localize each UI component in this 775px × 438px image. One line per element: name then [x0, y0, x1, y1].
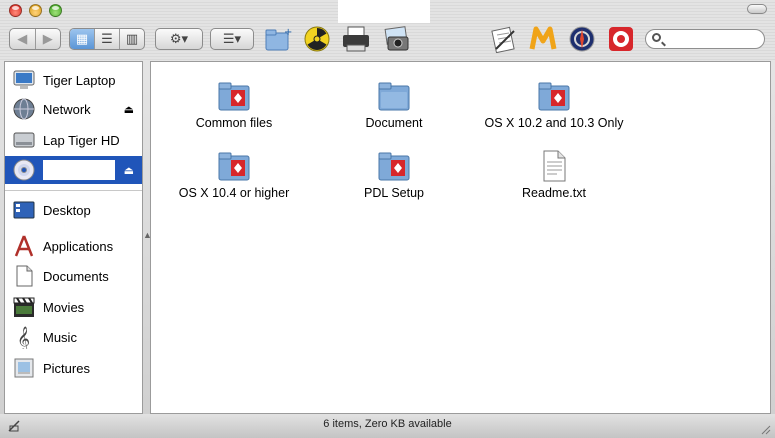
list-view-icon: ☰: [101, 31, 113, 46]
back-button[interactable]: ◀: [10, 29, 36, 49]
forward-button[interactable]: ▶: [36, 29, 61, 49]
forward-arrow-icon: ▶: [42, 31, 53, 46]
vodafone-icon[interactable]: [606, 24, 636, 54]
file-item-os-x-10-4-or-higher[interactable]: OS X 10.4 or higher: [154, 150, 314, 200]
column-view-button[interactable]: ▥: [120, 29, 144, 49]
pictures-icon: [11, 355, 37, 381]
file-item-document[interactable]: Document: [314, 80, 474, 130]
arrange-icon: ☰▾: [211, 29, 253, 49]
back-arrow-icon: ◀: [17, 31, 28, 46]
toolbar-toggle-button[interactable]: [747, 4, 767, 14]
file-item-pdl-setup[interactable]: PDL Setup: [314, 150, 474, 200]
search-icon: [652, 33, 661, 42]
sidebar-item-cd[interactable]: ⏏: [5, 156, 142, 184]
nav-segment: ◀ ▶: [9, 28, 61, 50]
gear-glyph: ⚙▾: [169, 31, 189, 46]
text-edit-icon[interactable]: [489, 24, 519, 54]
view-switcher: ▦ ☰ ▥: [69, 28, 145, 50]
list-view-button[interactable]: ☰: [95, 29, 120, 49]
zoom-window-button[interactable]: [49, 4, 62, 17]
sidebar-item-documents[interactable]: Documents: [5, 262, 142, 290]
sidebar-item-label: Applications: [43, 238, 114, 254]
folder-icon: [538, 82, 570, 111]
file-item-readme[interactable]: Readme.txt: [474, 150, 634, 200]
icon-view-icon: ▦: [75, 31, 89, 46]
svg-text:+: +: [284, 27, 292, 38]
hard-drive-icon: [11, 127, 37, 153]
file-label: PDL Setup: [364, 186, 424, 200]
sidebar-item-network[interactable]: Network ⏏: [5, 95, 142, 123]
folder-icon: [218, 152, 250, 181]
sidebar-item-music[interactable]: 𝄞 Music: [5, 323, 142, 351]
app-shortcut-icon[interactable]: [528, 24, 558, 54]
sidebar-splitter-handle[interactable]: ▲: [143, 230, 152, 242]
sidebar-item-label: Documents: [43, 268, 109, 284]
file-item-common-files[interactable]: Common files: [154, 80, 314, 130]
applications-icon: [11, 233, 37, 259]
file-label: Readme.txt: [522, 186, 586, 200]
cd-disc-icon: [11, 157, 37, 183]
sidebar-item-desktop[interactable]: Desktop: [5, 196, 142, 224]
sidebar-item-label: Movies: [43, 299, 85, 315]
window-title-redacted: [338, 0, 430, 23]
file-label: Common files: [195, 116, 273, 130]
plain-folder-icon: [378, 82, 410, 111]
sidebar-item-label: Music: [43, 329, 77, 345]
sidebar: Tiger Laptop Network ⏏ Lap Tiger HD ⏏ De…: [4, 61, 143, 414]
burn-icon[interactable]: [302, 24, 332, 54]
computer-icon: [11, 67, 37, 93]
sidebar-item-label: Pictures: [43, 360, 90, 376]
folder-icon: [218, 82, 250, 111]
file-label: Document: [365, 116, 423, 130]
sidebar-item-pictures[interactable]: Pictures: [5, 354, 142, 382]
folder-icon: [378, 152, 410, 181]
sidebar-item-lap-tiger-hd[interactable]: Lap Tiger HD: [5, 126, 142, 154]
cd-name-redacted: [43, 160, 115, 180]
finder-window: ◀ ▶ ▦ ☰ ▥ ⚙▾ ☰▾ + Tiger Laptop Network ⏏…: [0, 0, 775, 438]
arrange-menu-button[interactable]: ☰▾: [210, 28, 254, 50]
sidebar-item-tiger-laptop[interactable]: Tiger Laptop: [5, 66, 142, 94]
sidebar-item-label: Network: [43, 101, 91, 117]
search-input[interactable]: [645, 29, 765, 49]
file-label: OS X 10.2 and 10.3 Only: [484, 116, 624, 130]
status-bar: 6 items, Zero KB available: [0, 414, 775, 438]
file-browser-pane: Common files Document OS X 10.2 and 10.3…: [150, 61, 771, 414]
text-file-icon: [543, 150, 566, 182]
sidebar-item-label: Desktop: [43, 202, 91, 218]
svg-text:𝄞: 𝄞: [17, 326, 30, 349]
icon-view-button[interactable]: ▦: [70, 29, 95, 49]
arrange-glyph: ☰▾: [222, 31, 242, 46]
close-window-button[interactable]: [9, 4, 22, 17]
status-text: 6 items, Zero KB available: [323, 418, 452, 430]
file-label: OS X 10.4 or higher: [178, 186, 290, 200]
eject-icon[interactable]: ⏏: [124, 164, 134, 177]
eject-icon[interactable]: ⏏: [124, 103, 134, 116]
sidebar-item-movies[interactable]: Movies: [5, 293, 142, 321]
sidebar-item-label: Tiger Laptop: [43, 72, 116, 88]
resize-grip-icon[interactable]: [759, 423, 771, 435]
network-globe-icon: [11, 96, 37, 122]
action-menu-button[interactable]: ⚙▾: [155, 28, 203, 50]
desktop-icon: [11, 197, 37, 223]
printer-icon[interactable]: [341, 24, 371, 54]
minimize-window-button[interactable]: [29, 4, 42, 17]
movies-icon: [11, 294, 37, 320]
toolbar: ◀ ▶ ▦ ☰ ▥ ⚙▾ ☰▾ +: [0, 0, 775, 60]
sidebar-item-label: Lap Tiger HD: [43, 132, 120, 148]
sidebar-divider: [5, 190, 142, 191]
app-globe-icon[interactable]: [567, 24, 597, 54]
file-item-os-x-10-2-and-10-3[interactable]: OS X 10.2 and 10.3 Only: [474, 80, 634, 130]
gear-icon: ⚙▾: [156, 29, 202, 49]
music-icon: 𝄞: [11, 324, 37, 350]
sidebar-item-applications[interactable]: Applications: [5, 232, 142, 260]
documents-icon: [11, 263, 37, 289]
column-view-icon: ▥: [125, 31, 139, 46]
iphoto-icon[interactable]: [382, 24, 412, 54]
new-folder-icon[interactable]: +: [263, 24, 293, 54]
